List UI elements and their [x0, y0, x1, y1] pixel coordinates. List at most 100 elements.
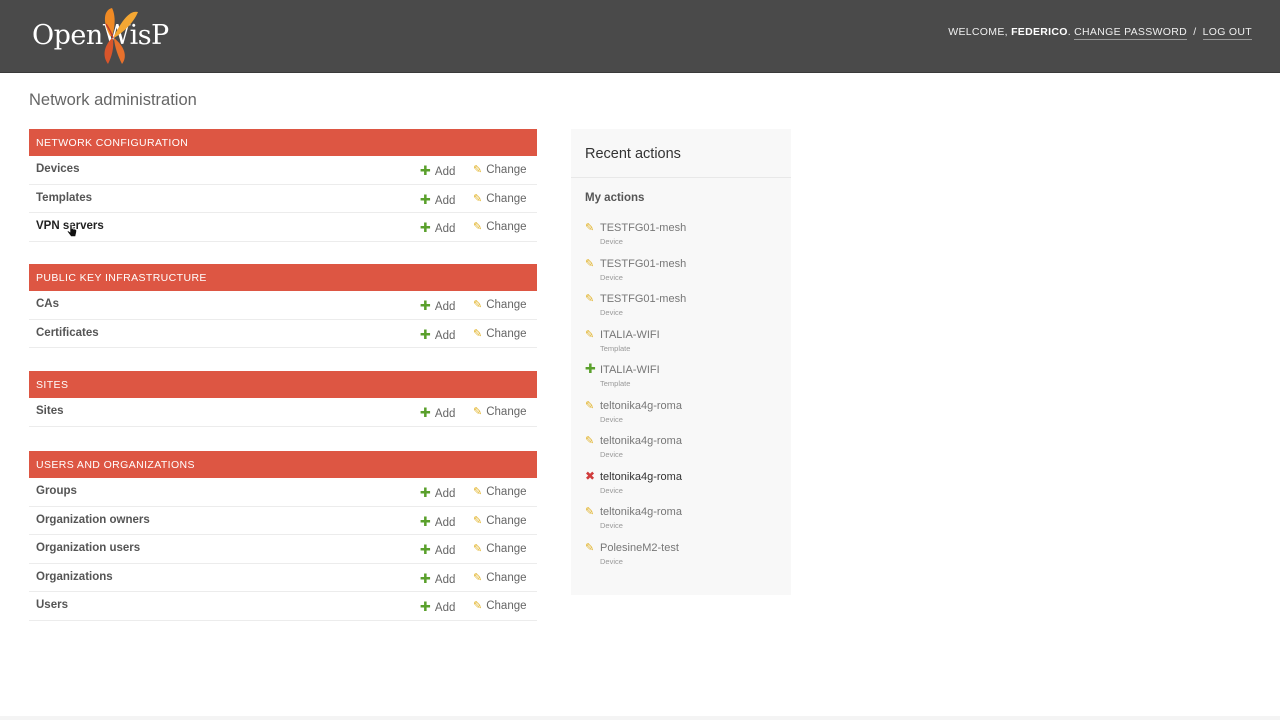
logout-link[interactable]: LOG OUT — [1202, 26, 1252, 40]
action-link[interactable]: TESTFG01-mesh — [600, 222, 686, 234]
module-public-key-infrastructure: PUBLIC KEY INFRASTRUCTURE CAs ✚ Add ✎ Chan… — [29, 264, 537, 348]
action-type: Template — [600, 343, 631, 353]
module-header[interactable]: USERS AND ORGANIZATIONS — [29, 451, 537, 478]
add-label: Add — [434, 488, 456, 500]
add-vpn-servers-button[interactable]: ✚ Add — [420, 220, 455, 236]
add-label: Add — [434, 573, 456, 586]
model-link-sites[interactable]: Sites — [36, 405, 64, 417]
pencil-icon: ✎ — [585, 435, 595, 447]
pencil-icon: ✎ — [585, 399, 595, 412]
action-type: Device — [600, 237, 623, 246]
plus-icon: ✚ — [420, 405, 431, 420]
openwisp-logo[interactable]: OpenWisP — [32, 6, 169, 66]
change-groups-button[interactable]: ✎ Change — [473, 485, 527, 498]
add-organization-owners-button[interactable]: ✚ Add — [420, 514, 455, 530]
module-row-cas: CAs ✚ Add ✎ Change — [29, 291, 537, 320]
module-header[interactable]: PUBLIC KEY INFRASTRUCTURE — [29, 264, 537, 291]
change-devices-button[interactable]: ✎ Change — [473, 163, 527, 176]
change-label: Change — [486, 406, 527, 418]
change-templates-button[interactable]: ✎ Change — [473, 192, 527, 205]
change-label: Change — [486, 600, 527, 612]
plus-icon: ✚ — [420, 542, 431, 557]
add-templates-button[interactable]: ✚ Add — [420, 192, 455, 208]
pencil-icon: ✎ — [473, 164, 483, 176]
action-link[interactable]: ITALIA-WIFI — [600, 329, 660, 341]
plus-icon: ✚ — [420, 513, 431, 529]
bottom-bar — [0, 716, 1280, 720]
change-organization-users-button[interactable]: ✎ Change — [473, 542, 527, 555]
action-link[interactable]: teltonika4g-roma — [600, 435, 682, 447]
pencil-icon: ✎ — [473, 514, 483, 527]
model-link-cas[interactable]: CAs — [36, 298, 59, 310]
module-header[interactable]: SITES — [29, 371, 537, 398]
module-header[interactable]: NETWORK CONFIGURATION — [29, 129, 537, 156]
add-label: Add — [434, 194, 456, 207]
model-link-organization-owners[interactable]: Organization owners — [36, 514, 150, 526]
module-users-and-organizations: USERS AND ORGANIZATIONS Groups ✚ Add ✎ Cha… — [29, 451, 537, 621]
model-link-organizations[interactable]: Organizations — [36, 571, 113, 583]
header-bar: OpenWisP WELCOME, FEDERICO. CHANGE PASSW… — [0, 0, 1280, 73]
change-sites-button[interactable]: ✎ Change — [473, 405, 527, 418]
action-link[interactable]: ITALIA-WIFI — [600, 364, 660, 376]
add-groups-button[interactable]: ✚ Add — [420, 485, 455, 501]
add-label: Add — [434, 301, 456, 313]
change-label: Change — [486, 543, 527, 555]
module-sites: SITES Sites ✚ Add ✎ Change — [29, 371, 537, 427]
change-password-link[interactable]: CHANGE PASSWORD — [1074, 26, 1187, 40]
user-tools: WELCOME, FEDERICO. CHANGE PASSWORD / LOG… — [948, 26, 1252, 40]
plus-icon: ✚ — [420, 485, 431, 500]
module-row-groups: Groups ✚ Add ✎ Change — [29, 478, 537, 507]
change-organizations-button[interactable]: ✎ Change — [473, 571, 527, 584]
pencil-icon: ✎ — [473, 327, 483, 340]
add-cas-button[interactable]: ✚ Add — [420, 298, 455, 314]
plus-icon: ✚ — [420, 570, 431, 586]
change-vpn-servers-button[interactable]: ✎ Change — [473, 220, 527, 233]
change-certificates-button[interactable]: ✎ Change — [473, 327, 527, 340]
action-link[interactable]: teltonika4g-roma — [600, 400, 682, 412]
plus-icon: ✚ — [420, 298, 431, 313]
separator: / — [1193, 26, 1197, 38]
hand-pointer-icon — [67, 224, 77, 237]
add-organizations-button[interactable]: ✚ Add — [420, 571, 455, 587]
change-label: Change — [486, 192, 527, 205]
model-link-users[interactable]: Users — [36, 599, 68, 611]
pencil-icon: ✎ — [473, 221, 483, 233]
pencil-icon: ✎ — [585, 541, 595, 554]
plus-icon: ✚ — [420, 163, 431, 178]
action-link[interactable]: PolesineM2-test — [600, 542, 679, 554]
change-label: Change — [486, 327, 527, 340]
pencil-icon: ✎ — [585, 328, 595, 341]
module-row-devices: Devices ✚ Add ✎ Change — [29, 156, 537, 185]
module-row-sites: Sites ✚ Add ✎ Change — [29, 398, 537, 427]
plus-icon: ✚ — [420, 191, 431, 207]
add-label: Add — [434, 166, 456, 178]
action-type: Template — [600, 379, 631, 388]
module-network-configuration: NETWORK CONFIGURATION Devices ✚ Add ✎ Chan… — [29, 129, 537, 242]
action-link[interactable]: TESTFG01-mesh — [600, 258, 686, 270]
pencil-icon: ✎ — [585, 293, 595, 305]
pencil-icon: ✎ — [473, 543, 483, 555]
pencil-icon: ✎ — [585, 257, 595, 270]
module-row-vpn-servers: VPN servers ✚ Add ✎ Change — [29, 213, 537, 242]
add-sites-button[interactable]: ✚ Add — [420, 405, 455, 421]
model-link-certificates[interactable]: Certificates — [36, 327, 99, 339]
change-users-button[interactable]: ✎ Change — [473, 599, 527, 612]
action-type: Device — [600, 450, 623, 459]
change-cas-button[interactable]: ✎ Change — [473, 298, 527, 311]
model-link-devices[interactable]: Devices — [36, 163, 79, 175]
change-organization-owners-button[interactable]: ✎ Change — [473, 514, 527, 527]
add-certificates-button[interactable]: ✚ Add — [420, 327, 455, 343]
recent-actions-title: Recent actions — [585, 146, 681, 162]
page-title: Network administration — [29, 91, 197, 109]
model-link-organization-users[interactable]: Organization users — [36, 542, 140, 554]
action-link[interactable]: TESTFG01-mesh — [600, 293, 686, 305]
my-actions-heading: My actions — [585, 192, 645, 204]
model-link-groups[interactable]: Groups — [36, 485, 77, 497]
action-type: Device — [600, 556, 623, 566]
model-link-templates[interactable]: Templates — [36, 192, 92, 204]
action-link[interactable]: teltonika4g-roma — [600, 506, 682, 518]
pencil-icon: ✎ — [473, 600, 483, 612]
add-organization-users-button[interactable]: ✚ Add — [420, 542, 455, 558]
add-users-button[interactable]: ✚ Add — [420, 599, 455, 615]
add-devices-button[interactable]: ✚ Add — [420, 163, 455, 179]
